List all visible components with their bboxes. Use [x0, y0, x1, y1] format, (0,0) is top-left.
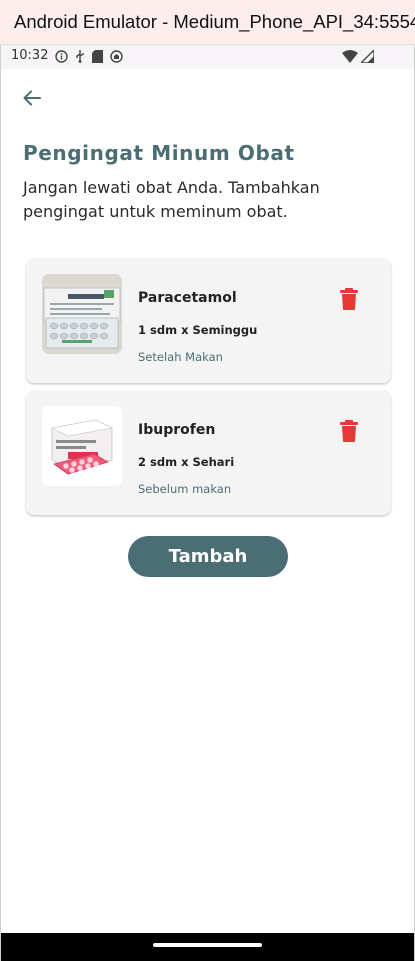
medication-name: Ibuprofen [138, 422, 216, 438]
usb-icon [76, 50, 84, 63]
signal-icon [361, 50, 374, 63]
page-subtitle: Jangan lewati obat Anda. Tambahkan pengi… [23, 178, 320, 221]
medication-card[interactable]: Ibuprofen 2 sdm x Sehari Sebelum makan [26, 390, 391, 515]
medication-card[interactable]: Paracetamol 1 sdm x Seminggu Setelah Mak… [26, 258, 391, 383]
status-notification-icons [55, 50, 123, 63]
medication-name: Paracetamol [138, 290, 237, 306]
medication-dose: 2 sdm x Sehari [138, 455, 235, 469]
info-icon [55, 50, 68, 63]
trash-icon [340, 288, 358, 310]
navigation-bar [1, 933, 414, 961]
ibuprofen-image [42, 406, 122, 486]
page-title: Pengingat Minum Obat [23, 141, 295, 165]
status-bar: 10:32 [1, 45, 414, 69]
medication-note: Setelah Makan [138, 350, 223, 364]
paracetamol-image [42, 274, 122, 354]
delete-button[interactable] [339, 419, 359, 443]
notification-icon [110, 50, 123, 63]
medication-note: Sebelum makan [138, 482, 232, 496]
emulator-window-title: Android Emulator - Medium_Phone_API_34:5… [0, 0, 415, 45]
wifi-icon [342, 50, 358, 63]
phone-screen: 10:32 Pengingat Minum Obat Jangan lewati… [0, 45, 415, 961]
add-button[interactable]: Tambah [128, 536, 288, 577]
status-time: 10:32 [11, 48, 49, 63]
back-button[interactable] [17, 83, 47, 113]
arrow-left-icon [23, 90, 41, 106]
home-gesture-handle[interactable] [153, 943, 262, 947]
medication-dose: 1 sdm x Seminggu [138, 323, 258, 337]
sd-card-icon [92, 50, 103, 63]
delete-button[interactable] [339, 287, 359, 311]
status-system-icons [342, 50, 374, 63]
trash-icon [340, 420, 358, 442]
